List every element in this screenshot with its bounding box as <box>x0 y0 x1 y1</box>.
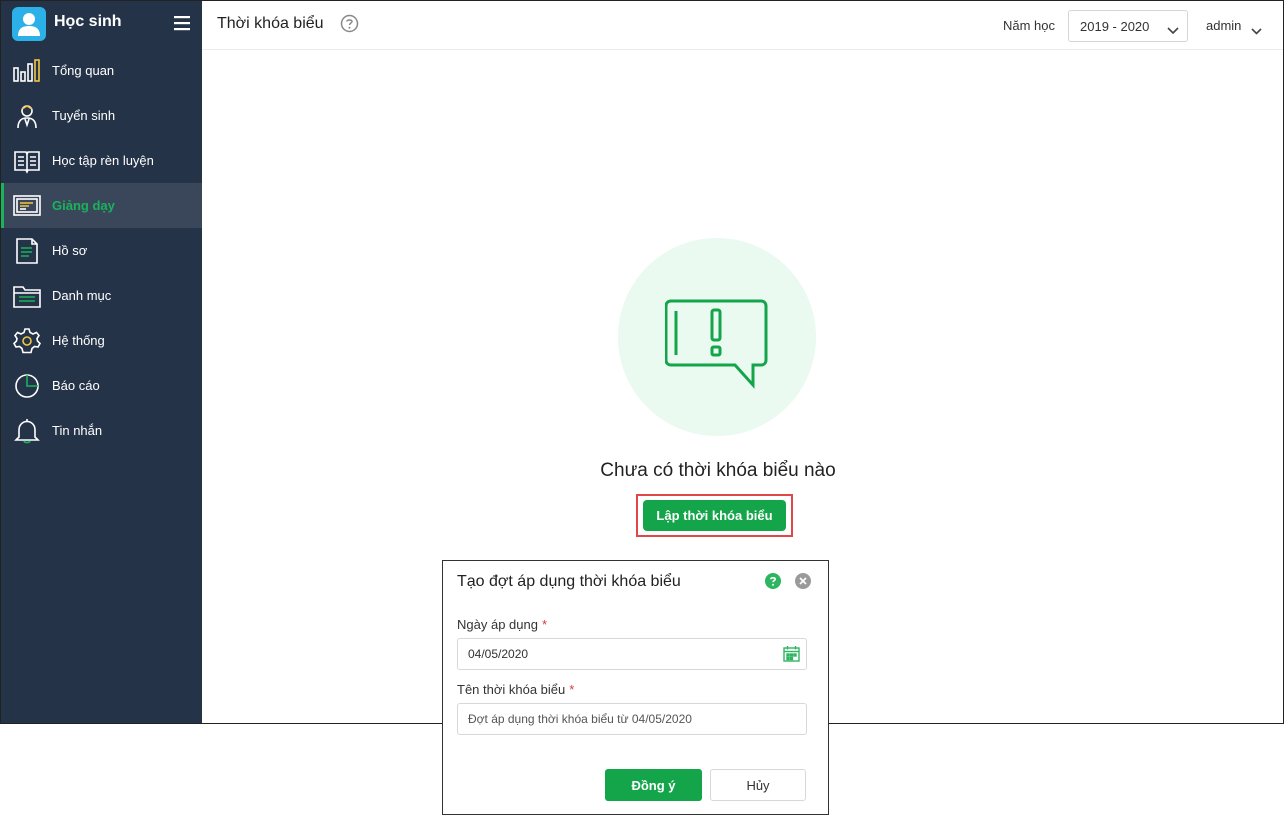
chevron-down-icon[interactable] <box>1251 22 1262 35</box>
alert-message-icon <box>664 299 769 391</box>
help-icon[interactable] <box>340 14 359 33</box>
sidebar-item-tong-quan[interactable]: Tổng quan <box>1 48 202 93</box>
sidebar-item-hoc-tap-ren-luyen[interactable]: Học tập rèn luyện <box>1 138 202 183</box>
apply-date-input[interactable] <box>457 638 807 670</box>
sidebar-item-tin-nhan[interactable]: Tin nhắn <box>1 408 202 453</box>
timetable-name-input[interactable] <box>457 703 807 735</box>
user-menu[interactable]: admin <box>1206 18 1241 33</box>
calendar-icon[interactable] <box>783 645 800 662</box>
chevron-down-icon <box>1167 22 1179 35</box>
pie-chart-icon <box>13 373 41 399</box>
sidebar: Học sinh Tổng quan Tuyển sinh Học tập rè… <box>1 1 202 723</box>
sidebar-nav: Tổng quan Tuyển sinh Học tập rèn luyện G… <box>1 48 202 453</box>
apply-date-label: Ngày áp dụng * <box>457 617 548 632</box>
folder-icon <box>13 283 41 309</box>
app-title: Học sinh <box>54 13 122 30</box>
bell-icon <box>13 418 41 444</box>
sidebar-item-ho-so[interactable]: Hồ sơ <box>1 228 202 273</box>
dialog-title: Tạo đợt áp dụng thời khóa biểu <box>457 573 681 590</box>
hamburger-menu-icon[interactable] <box>173 14 191 32</box>
school-year-value: 2019 - 2020 <box>1080 19 1150 34</box>
confirm-button[interactable]: Đồng ý <box>605 769 702 801</box>
top-bar: Thời khóa biểu Năm học 2019 - 2020 admin <box>202 1 1283 50</box>
teaching-board-icon <box>13 193 41 219</box>
required-mark: * <box>569 682 575 697</box>
timetable-name-label: Tên thời khóa biểu * <box>457 682 575 697</box>
create-timetable-button[interactable]: Lập thời khóa biểu <box>643 500 786 531</box>
sidebar-item-he-thong[interactable]: Hệ thống <box>1 318 202 363</box>
user-avatar-logo-icon <box>12 7 46 41</box>
student-icon <box>13 103 41 129</box>
sidebar-item-tuyen-sinh[interactable]: Tuyển sinh <box>1 93 202 138</box>
document-icon <box>13 238 41 264</box>
year-label: Năm học <box>1003 18 1056 33</box>
school-year-select[interactable]: 2019 - 2020 <box>1068 10 1188 42</box>
help-icon[interactable] <box>765 573 781 589</box>
bar-chart-icon <box>13 58 41 84</box>
close-icon[interactable] <box>795 573 811 589</box>
book-icon <box>13 148 41 174</box>
required-mark: * <box>541 617 548 632</box>
sidebar-item-danh-muc[interactable]: Danh mục <box>1 273 202 318</box>
empty-state-message: Chưa có thời khóa biểu nào <box>600 460 836 481</box>
sidebar-item-bao-cao[interactable]: Báo cáo <box>1 363 202 408</box>
gear-icon <box>13 328 41 354</box>
create-timetable-dialog: Tạo đợt áp dụng thời khóa biểu Ngày áp d… <box>442 560 829 815</box>
page-title: Thời khóa biểu <box>217 15 324 32</box>
brand: Học sinh <box>1 1 202 46</box>
cancel-button[interactable]: Hủy <box>710 769 806 801</box>
sidebar-item-giang-day[interactable]: Giảng dạy <box>1 183 202 228</box>
